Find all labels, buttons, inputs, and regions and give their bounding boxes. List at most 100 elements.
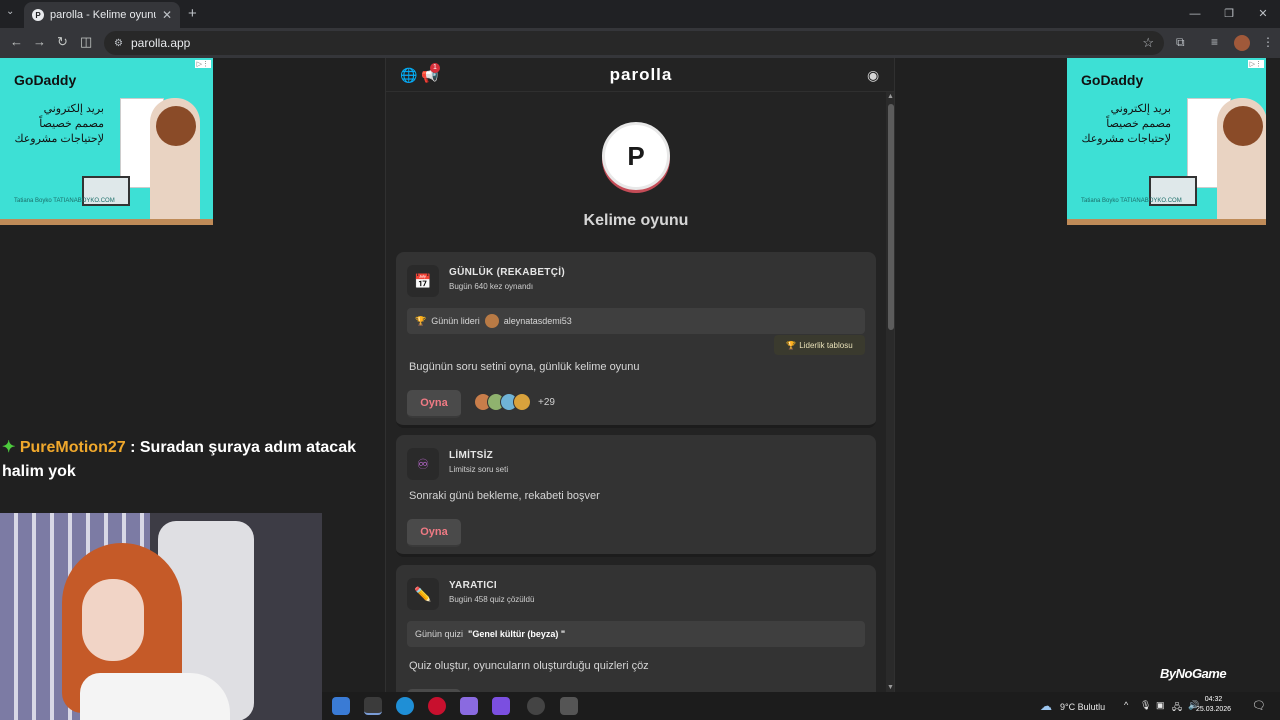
card-title: LİMİTSİZ — [449, 450, 494, 461]
ad-banner-left[interactable]: GoDaddy بريد إلكتروني مصمم خصيصاً لإحتيا… — [0, 58, 213, 225]
ad-logo: GoDaddy — [1081, 72, 1144, 88]
card-description: Bugünün soru setini oyna, günlük kelime … — [409, 361, 640, 373]
clock-time: 04:32 — [1204, 696, 1223, 703]
menu-icon[interactable]: ⋮ — [1262, 35, 1274, 49]
app-logo[interactable]: parolla — [386, 65, 894, 85]
clock-date: 25.03.2026 — [1196, 706, 1232, 713]
adchoices-icon[interactable]: ▷⋮ — [194, 60, 211, 68]
scrollbar-thumb[interactable] — [888, 104, 894, 330]
daily-leader-bar: 🏆 Günün lideri aleynatasdemi53 — [407, 308, 865, 334]
scroll-up-icon[interactable]: ▲ — [887, 93, 894, 100]
quiz-label: Günün quizi — [415, 629, 464, 639]
adchoices-icon[interactable]: ▷⋮ — [1247, 60, 1264, 68]
infinity-icon: ♾ — [407, 448, 439, 480]
trophy-outline-icon: 🏆 — [415, 315, 427, 326]
twitch-app-icon[interactable] — [492, 697, 510, 715]
tab-search-icon[interactable]: ⌄ — [6, 6, 14, 17]
ad-logo: GoDaddy — [14, 72, 77, 88]
daily-mode-card: 📅 GÜNLÜK (REKABETÇİ) Bugün 640 kez oynan… — [396, 252, 876, 428]
back-icon[interactable]: ← — [10, 34, 23, 49]
restore-icon[interactable]: ❐ — [1212, 0, 1246, 28]
leader-name[interactable]: aleynatasdemi53 — [504, 316, 572, 326]
browser-toolbar: ← → ↻ ◫ ⚙ parolla.app ☆ ⧉ ≡ ⋮ — [0, 28, 1280, 58]
favicon-icon: P — [32, 9, 44, 21]
gem-icon: ✦ — [2, 439, 16, 456]
app-container: 🌐 📢 1 parolla ◉ P Kelime oyunu 📅 GÜNLÜK … — [385, 58, 895, 694]
calendar-icon: 📅 — [407, 265, 439, 297]
ad-bottom-strip — [1067, 219, 1266, 225]
ad-text: بريد إلكتروني مصمم خصيصاً لإحتياجات مشرو… — [14, 103, 104, 145]
pencil-icon: ✏️ — [407, 578, 439, 610]
creative-mode-card: ✏️ YARATICI Bugün 458 quiz çözüldü Günün… — [396, 565, 876, 694]
new-tab-icon[interactable]: + — [188, 5, 197, 22]
ad-person-hair — [1223, 106, 1263, 146]
split-view-icon[interactable]: ◫ — [80, 34, 92, 50]
notification-center-icon[interactable]: 🗨 — [1252, 699, 1266, 712]
obs-icon[interactable] — [527, 697, 545, 715]
close-tab-icon[interactable]: ✕ — [162, 8, 172, 22]
ad-text: بريد إلكتروني مصمم خصيصاً لإحتياجات مشرو… — [1081, 103, 1171, 145]
camera-icon[interactable]: ▣ — [1156, 700, 1165, 711]
address-bar[interactable]: ⚙ parolla.app ☆ — [104, 31, 1164, 55]
unlimited-play-button[interactable]: Oyna — [407, 519, 461, 547]
app-header: 🌐 📢 1 parolla ◉ — [386, 58, 894, 92]
weather-cloud-icon[interactable]: ☁ — [1040, 699, 1052, 713]
tray-chevron-icon[interactable]: ^ — [1124, 700, 1128, 710]
card-subtitle: Bugün 458 quiz çözüldü — [449, 595, 535, 604]
profile-avatar[interactable] — [1234, 35, 1250, 51]
ad-signature: Tatiana Boyko TATIANABOYKO.COM — [1081, 198, 1182, 204]
scroll-down-icon[interactable]: ▼ — [887, 684, 894, 691]
ad-signature: Tatiana Boyko TATIANABOYKO.COM — [14, 198, 115, 204]
leader-avatar — [484, 314, 499, 328]
stream-watermark: ByNoGame — [1160, 666, 1227, 681]
card-description: Sonraki günü bekleme, rekabeti boşver — [409, 490, 600, 502]
forward-icon[interactable]: → — [33, 34, 46, 49]
copilot-icon[interactable] — [460, 697, 478, 715]
webcam-feed — [0, 513, 322, 720]
bookmark-star-icon[interactable]: ☆ — [1142, 35, 1154, 51]
minimize-icon[interactable]: — — [1178, 0, 1212, 28]
taskbar-clock[interactable]: 04:32 25.03.2026 — [1196, 695, 1231, 715]
microphone-icon[interactable]: 🎙 — [1140, 700, 1151, 711]
leaderboard-button[interactable]: 🏆 Liderlik tablosu — [774, 335, 865, 355]
ad-person-hair — [156, 106, 196, 146]
ad-bottom-strip — [0, 219, 213, 225]
user-profile-icon[interactable]: ◉ — [867, 67, 879, 84]
webcam-clothing — [80, 673, 230, 720]
ad-banner-right[interactable]: GoDaddy بريد إلكتروني مصمم خصيصاً لإحتيا… — [1067, 58, 1266, 225]
recent-players: +29 — [474, 393, 555, 411]
window-controls: — ❐ ✕ — [1178, 0, 1280, 28]
player-avatar — [513, 393, 531, 411]
leaderboard-label: Liderlik tablosu — [799, 340, 853, 350]
browser-tab[interactable]: P parolla - Kelime oyunu. Günlü ✕ — [24, 2, 180, 28]
card-description: Quiz oluştur, oyuncuların oluşturduğu qu… — [409, 660, 649, 672]
taskbar — [322, 692, 1280, 720]
more-players-count: +29 — [538, 396, 555, 408]
settings-gear-icon[interactable] — [560, 697, 578, 715]
daily-play-button[interactable]: Oyna — [407, 390, 461, 418]
app-scrollbar[interactable]: ▲ ▼ — [886, 92, 894, 694]
quiz-name: "Genel kültür (beyza) " — [468, 629, 566, 639]
close-window-icon[interactable]: ✕ — [1246, 0, 1280, 28]
reload-icon[interactable]: ↻ — [57, 34, 68, 50]
daily-quiz-bar[interactable]: Günün quizi "Genel kültür (beyza) " — [407, 621, 865, 647]
chat-username: PureMotion27 — [19, 439, 126, 456]
card-subtitle: Limitsiz soru seti — [449, 465, 509, 474]
unlimited-mode-card: ♾ LİMİTSİZ Limitsiz soru seti Sonraki gü… — [396, 435, 876, 557]
chrome-icon[interactable] — [364, 697, 382, 715]
app-avatar: P — [602, 122, 670, 190]
site-info-icon[interactable]: ⚙ — [114, 38, 123, 49]
webcam-face — [82, 579, 144, 661]
tab-strip: ⌄ P parolla - Kelime oyunu. Günlü ✕ + — … — [0, 0, 1280, 28]
card-subtitle: Bugün 640 kez oynandı — [449, 282, 534, 291]
card-title: GÜNLÜK (REKABETÇİ) — [449, 267, 565, 278]
edge-icon[interactable] — [396, 697, 414, 715]
weather-text[interactable]: 9°C Bulutlu — [1060, 702, 1105, 712]
media-icon[interactable]: ≡ — [1211, 35, 1218, 49]
card-title: YARATICI — [449, 580, 497, 591]
opera-icon[interactable] — [428, 697, 446, 715]
url-text: parolla.app — [130, 36, 191, 50]
extensions-icon[interactable]: ⧉ — [1176, 35, 1185, 50]
mail-app-icon[interactable] — [332, 697, 350, 715]
network-icon[interactable]: 🖧 — [1172, 700, 1182, 716]
